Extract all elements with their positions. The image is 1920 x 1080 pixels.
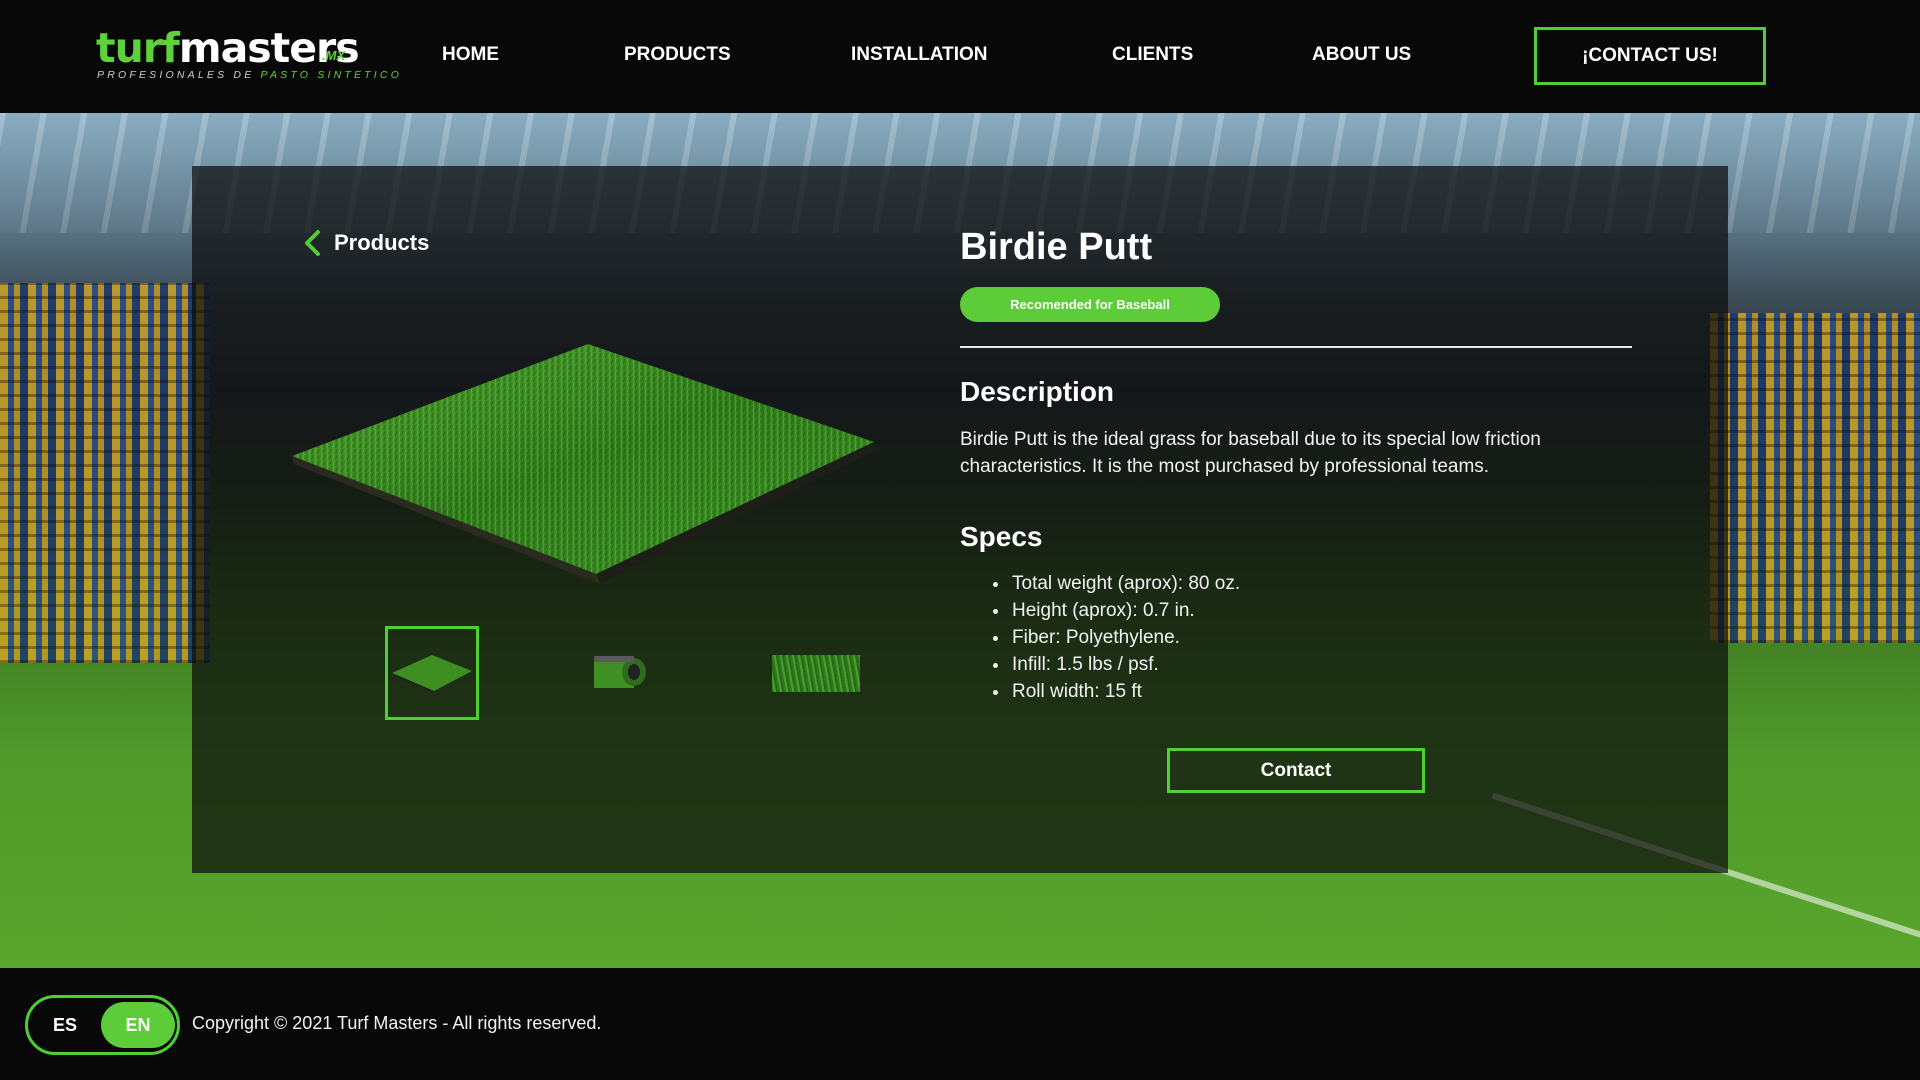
nav-home[interactable]: HOME [442,44,499,66]
specs-list: Total weight (aprox): 80 oz. Height (apr… [1010,570,1240,705]
nav-products[interactable]: PRODUCTS [624,44,731,66]
stands-left [0,283,210,663]
logo-tagline: PROFESIONALES DE PASTO SINTETICO [97,69,402,81]
description-text: Birdie Putt is the ideal grass for baseb… [960,429,1541,477]
logo-wordmark: turfmasters [96,24,360,72]
recommended-badge: Recomended for Baseball [960,287,1220,322]
nav-about-us[interactable]: ABOUT US [1312,44,1411,66]
nav-clients[interactable]: CLIENTS [1112,44,1193,66]
back-to-products-link[interactable]: Products [300,228,429,258]
thumbnail-3[interactable] [772,655,860,692]
product-title: Birdie Putt [960,226,1153,268]
title-divider [960,346,1632,348]
thumbnail-1-image [392,655,472,693]
contact-button[interactable]: Contact [1167,748,1425,793]
spec-item: Roll width: 15 ft [1010,678,1240,705]
logo-tagline-b: PASTO SINTETICO [260,69,403,81]
specs-heading: Specs [960,521,1043,552]
turfmasters-logo[interactable]: turfmasters .MX PROFESIONALES DE PASTO S… [96,24,399,84]
product-panel: Products Birdie Putt Recomended for Base… [192,166,1728,873]
contact-us-button[interactable]: ¡CONTACT US! [1534,27,1766,85]
copyright-text: Copyright © 2021 Turf Masters - All righ… [192,1013,602,1033]
lang-en-option[interactable]: EN [101,1002,175,1048]
thumbnail-2[interactable] [594,650,648,690]
spec-item: Height (aprox): 0.7 in. [1010,597,1240,624]
site-header: turfmasters .MX PROFESIONALES DE PASTO S… [0,0,1920,113]
product-main-image [292,344,876,584]
stands-right [1710,313,1920,643]
spec-item: Total weight (aprox): 80 oz. [1010,570,1240,597]
lang-es-option[interactable]: ES [53,1015,77,1036]
chevron-left-icon [305,230,320,256]
site-footer: ES EN Copyright © 2021 Turf Masters - Al… [0,968,1920,1080]
spec-item: Fiber: Polyethylene. [1010,624,1240,651]
spec-item: Infill: 1.5 lbs / psf. [1010,651,1240,678]
nav-installation[interactable]: INSTALLATION [851,44,988,66]
logo-word-turf: turf [96,24,180,72]
thumbnail-1[interactable] [385,626,479,720]
language-toggle[interactable]: ES EN [25,995,180,1055]
logo-tagline-a: PROFESIONALES DE [97,69,261,81]
logo-tld: .MX [322,48,346,63]
description-heading: Description [960,376,1115,407]
back-link-label: Products [334,230,430,255]
